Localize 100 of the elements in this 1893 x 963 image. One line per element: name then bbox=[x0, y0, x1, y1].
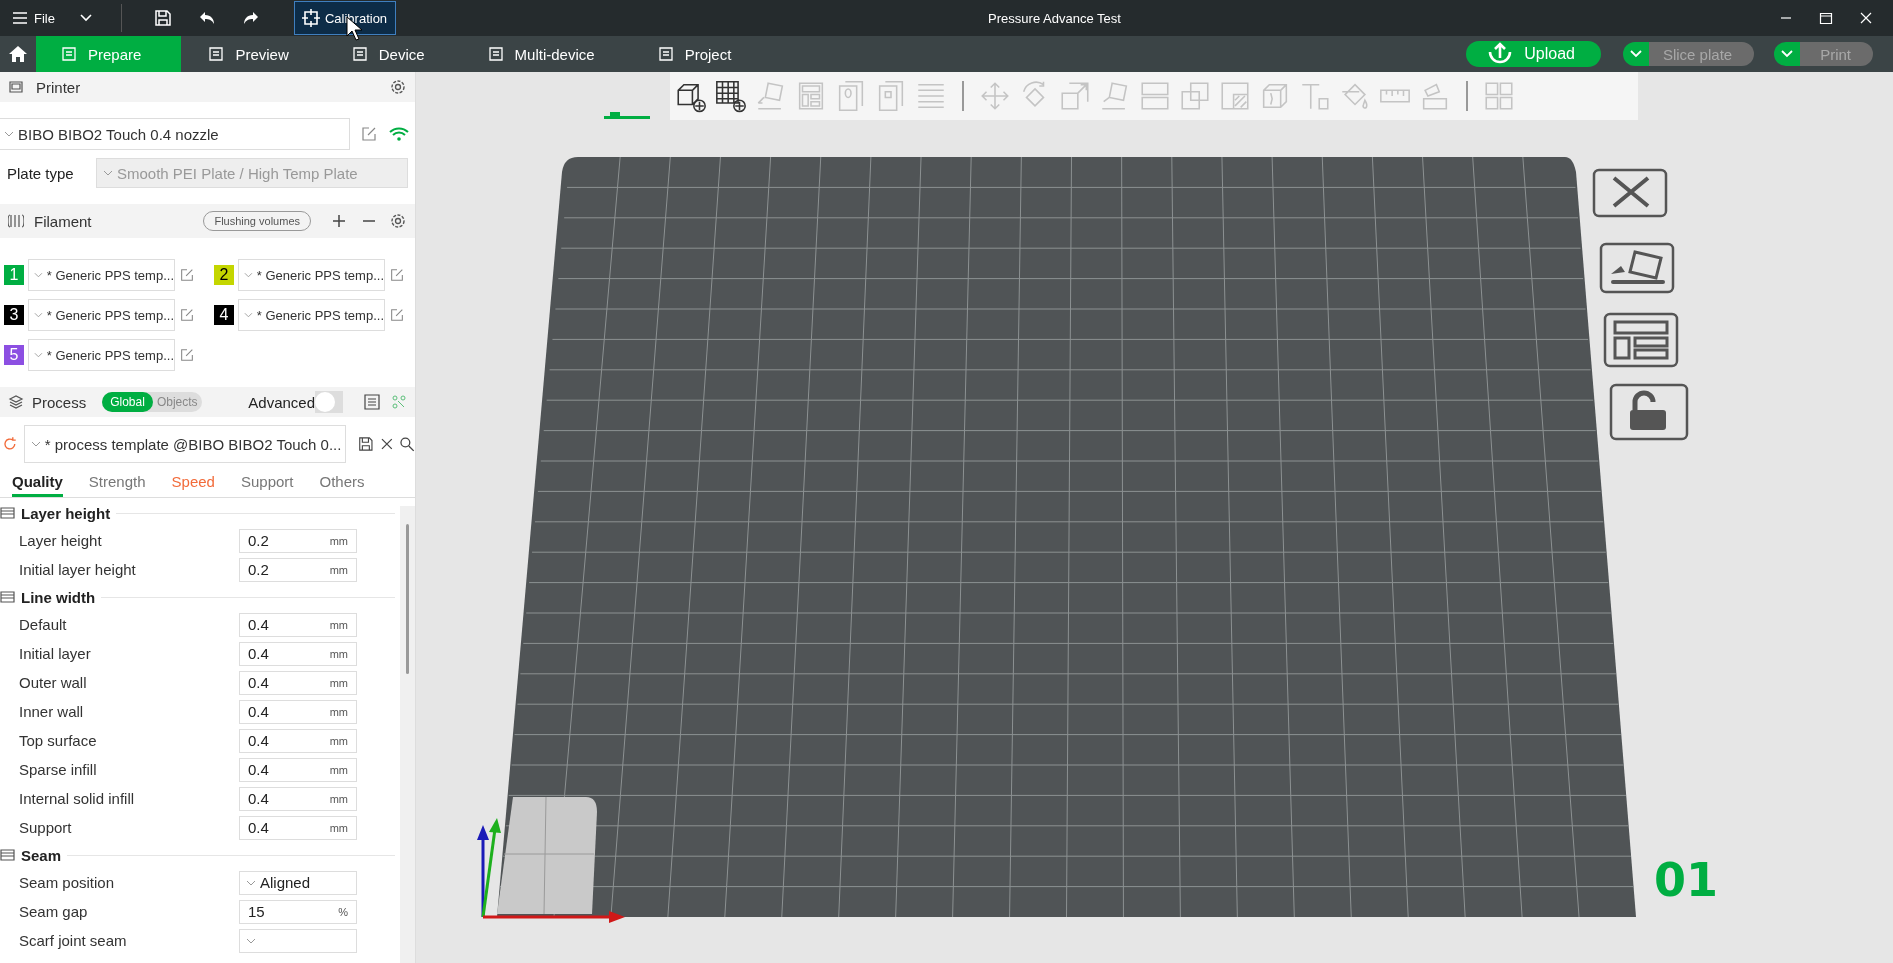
add-icon[interactable] bbox=[331, 213, 347, 229]
edit-icon[interactable] bbox=[179, 347, 195, 363]
unlocked-padlock-button[interactable] bbox=[1609, 383, 1691, 441]
filament-dropdown[interactable]: * Generic PPS temp... bbox=[238, 259, 385, 291]
clear-button[interactable] bbox=[1592, 168, 1670, 218]
chevron-icon bbox=[34, 312, 43, 318]
chevron-icon bbox=[246, 937, 256, 944]
save-icon[interactable] bbox=[153, 9, 172, 27]
setting-label: Internal solid infill bbox=[19, 790, 136, 807]
filament-icon bbox=[8, 213, 24, 229]
dots-icon[interactable] bbox=[391, 394, 407, 410]
group-icon bbox=[0, 590, 15, 604]
select-field[interactable] bbox=[239, 928, 357, 953]
setting-label: Outer wall bbox=[19, 674, 88, 691]
advanced-switch[interactable] bbox=[315, 391, 343, 413]
settings-tab[interactable]: Others bbox=[319, 473, 365, 497]
chevron-icon bbox=[103, 170, 113, 176]
settings-icon[interactable] bbox=[389, 78, 407, 96]
grid-plus-icon[interactable] bbox=[714, 79, 748, 113]
chevron-icon bbox=[246, 879, 256, 886]
select-field[interactable]: Aligned bbox=[239, 870, 357, 895]
section-title: Process bbox=[32, 393, 87, 411]
tab-icon bbox=[350, 45, 369, 63]
edit-icon[interactable] bbox=[389, 307, 405, 323]
home-icon bbox=[8, 45, 28, 63]
number-field[interactable]: 0.4 mm bbox=[239, 670, 357, 695]
window-title: Pressure Advance Test bbox=[988, 10, 1121, 26]
settings-tab[interactable]: Support bbox=[240, 473, 294, 497]
caret-icon bbox=[1780, 49, 1795, 59]
number-field[interactable]: 0.4 mm bbox=[239, 699, 357, 724]
setting-label: Inner wall bbox=[19, 703, 85, 720]
scrollbar[interactable] bbox=[406, 524, 409, 674]
caret-icon bbox=[1628, 49, 1643, 59]
filament-number: 1 bbox=[4, 265, 24, 285]
edit-icon[interactable] bbox=[389, 267, 405, 283]
tab-icon bbox=[486, 45, 505, 63]
setting-label: Initial layer bbox=[19, 645, 92, 662]
list-icon[interactable] bbox=[363, 393, 381, 411]
field-label: Plate type bbox=[7, 164, 75, 182]
number-field[interactable]: 0.4 mm bbox=[239, 815, 357, 840]
nav-tab[interactable]: Preview bbox=[181, 36, 325, 72]
setting-label: Layer height bbox=[19, 532, 103, 549]
edit-icon[interactable] bbox=[179, 307, 195, 323]
maximize-icon[interactable] bbox=[1819, 11, 1833, 25]
settings-tab[interactable]: Quality bbox=[12, 473, 63, 497]
number-field[interactable]: 0.2 mm bbox=[239, 528, 357, 553]
group-title: Seam bbox=[21, 846, 62, 864]
reset-icon[interactable] bbox=[2, 436, 18, 452]
calibration-button[interactable]: Calibration bbox=[293, 1, 397, 35]
close-icon[interactable] bbox=[1859, 11, 1873, 25]
printer-dropdown[interactable]: BIBO BIBO2 Touch 0.4 nozzle bbox=[0, 118, 350, 150]
search-icon[interactable] bbox=[399, 436, 415, 452]
printer-icon bbox=[8, 79, 24, 95]
setting-label: Support bbox=[19, 819, 73, 836]
filament-dropdown[interactable]: * Generic PPS temp... bbox=[28, 339, 175, 371]
chevron-icon bbox=[34, 352, 43, 358]
number-field[interactable]: 0.4 mm bbox=[239, 641, 357, 666]
dropdown-button[interactable] bbox=[1622, 42, 1649, 66]
crosshair-icon bbox=[300, 8, 321, 28]
redo-icon[interactable] bbox=[241, 10, 260, 26]
nav-tab[interactable]: Project bbox=[630, 36, 768, 72]
dropdown-button[interactable] bbox=[1774, 42, 1801, 66]
section-title: Printer bbox=[36, 78, 81, 96]
settings-tab[interactable]: Strength bbox=[88, 473, 146, 497]
filament-number: 3 bbox=[4, 305, 24, 325]
setting-label: Seam position bbox=[19, 874, 116, 891]
edit-icon[interactable] bbox=[179, 267, 195, 283]
number-field[interactable]: 0.2 mm bbox=[239, 557, 357, 582]
number-field[interactable]: 0.4 mm bbox=[239, 612, 357, 637]
arrange-button[interactable] bbox=[1603, 312, 1681, 368]
number-field[interactable]: 15 % bbox=[239, 899, 357, 924]
number-field[interactable]: 0.4 mm bbox=[239, 786, 357, 811]
filament-dropdown[interactable]: * Generic PPS temp... bbox=[238, 299, 385, 331]
setting-label: Initial layer height bbox=[19, 561, 137, 578]
chevron-icon bbox=[4, 131, 14, 137]
filament-dropdown[interactable]: * Generic PPS temp... bbox=[28, 299, 175, 331]
group-icon bbox=[0, 848, 15, 862]
close-icon[interactable] bbox=[379, 437, 394, 451]
number-field[interactable]: 0.4 mm bbox=[239, 757, 357, 782]
edit-icon[interactable] bbox=[360, 125, 378, 143]
chevron-icon bbox=[30, 441, 41, 447]
chevron-icon bbox=[244, 312, 253, 318]
tab-icon bbox=[656, 45, 675, 63]
filament-number: 5 bbox=[4, 345, 24, 365]
setting-label: Scarf joint seam bbox=[19, 932, 128, 949]
number-field[interactable]: 0.4 mm bbox=[239, 728, 357, 753]
tab-icon bbox=[60, 45, 78, 63]
setting-label: Seam gap bbox=[19, 903, 89, 920]
auto-orient-button[interactable] bbox=[1599, 242, 1677, 294]
nav-tab[interactable]: Device bbox=[324, 36, 461, 72]
nav-tab[interactable]: Multi-device bbox=[460, 36, 631, 72]
caret-icon[interactable] bbox=[78, 13, 93, 23]
save-icon[interactable] bbox=[357, 436, 374, 452]
file-menu[interactable]: File bbox=[12, 10, 55, 26]
setting-label: Top surface bbox=[19, 732, 98, 749]
filament-dropdown[interactable]: * Generic PPS temp... bbox=[28, 259, 175, 291]
wifi-icon[interactable] bbox=[388, 126, 410, 142]
settings-icon[interactable] bbox=[389, 212, 407, 230]
process-dropdown[interactable]: * process template @BIBO BIBO2 Touch 0... bbox=[23, 425, 346, 463]
group-title: Line width bbox=[21, 588, 96, 606]
